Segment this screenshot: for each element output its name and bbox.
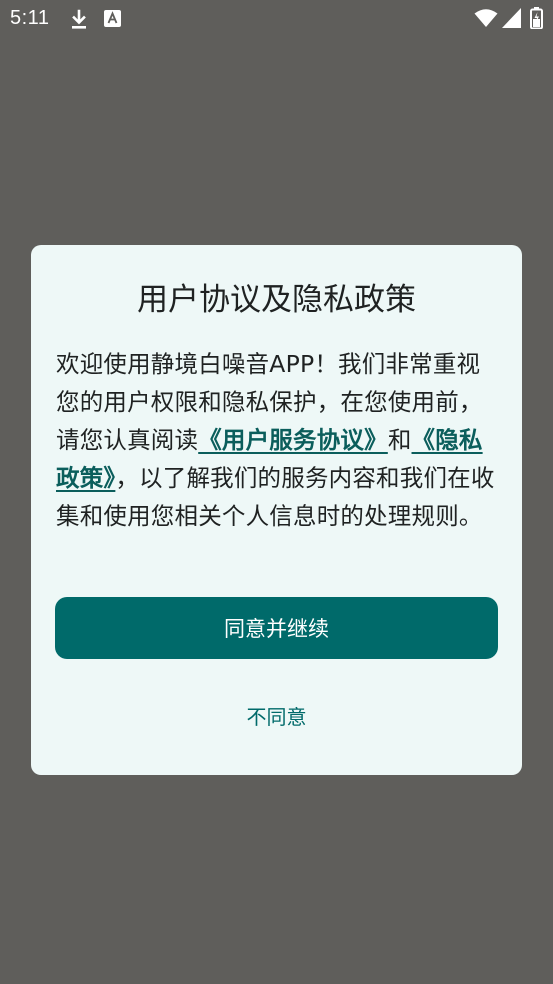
status-time: 5:11 [10,7,50,29]
dialog-body: 欢迎使用静境白噪音APP！我们非常重视您的用户权限和隐私保护，在您使用前，请您认… [56,345,498,535]
wifi-icon [474,8,498,32]
status-bar: 5:11 [0,0,553,38]
user-agreement-link[interactable]: 《用户服务协议》 [198,426,388,454]
download-icon [70,9,88,35]
cellular-signal-icon [502,8,521,32]
battery-icon [530,7,543,33]
body-text-outro: ，以了解我们的服务内容和我们在收集和使用您相关个人信息时的处理规则。 [56,464,495,530]
agree-and-continue-button[interactable]: 同意并继续 [55,597,498,659]
disagree-button[interactable]: 不同意 [200,694,353,736]
screen: 5:11 用户协议及隐私政策 欢迎使用静境白噪音APP！我们非常重视您的用户权限… [0,0,553,984]
text-notification-icon [104,10,121,31]
dialog-title: 用户协议及隐私政策 [137,282,416,318]
body-text-and: 和 [387,426,412,454]
